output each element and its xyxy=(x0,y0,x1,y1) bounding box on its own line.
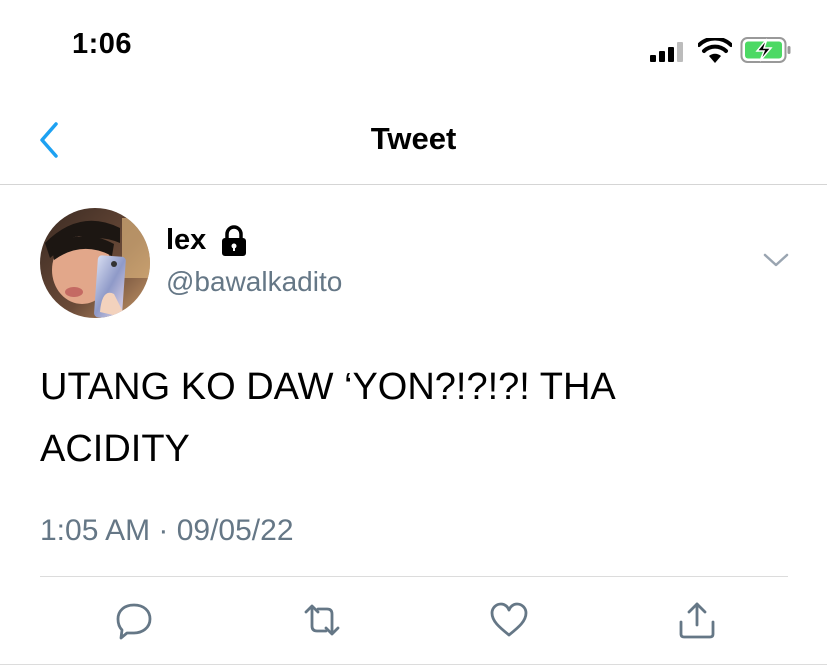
reply-button[interactable] xyxy=(114,600,154,640)
status-time: 1:06 xyxy=(72,28,133,60)
nav-divider xyxy=(0,184,827,185)
author-display-name[interactable]: lex xyxy=(166,224,206,257)
like-button[interactable] xyxy=(489,600,529,640)
tweet-text: UTANG KO DAW ‘YON?!?!?! THA ACIDITY xyxy=(40,356,800,480)
battery-charging-icon xyxy=(740,37,791,63)
page-title: Tweet xyxy=(370,121,457,156)
tweet-timestamp[interactable]: 1:05 AM · 09/05/22 xyxy=(40,514,294,548)
actions-divider xyxy=(40,576,788,577)
retweet-button[interactable] xyxy=(302,600,342,640)
avatar[interactable] xyxy=(40,208,150,318)
tweet-detail-screen: 1:06 Tweet lex @bawalkadito UTANG KO DAW… xyxy=(0,0,827,666)
avatar-photo xyxy=(40,208,150,318)
tweet-text-line: ACIDITY xyxy=(40,428,190,470)
author-handle[interactable]: @bawalkadito xyxy=(166,266,342,298)
more-options-button[interactable] xyxy=(762,250,790,270)
tweet-text-line: UTANG KO DAW ‘YON?!?!?! THA xyxy=(40,366,616,408)
share-icon xyxy=(679,602,715,639)
wifi-icon xyxy=(698,38,732,63)
retweet-icon xyxy=(304,604,340,636)
chevron-down-icon xyxy=(763,253,789,267)
heart-icon xyxy=(490,602,528,637)
bottom-divider xyxy=(0,664,827,665)
reply-icon xyxy=(116,603,152,640)
share-button[interactable] xyxy=(677,600,717,640)
cellular-signal-icon xyxy=(650,42,683,62)
lock-icon xyxy=(222,225,246,256)
